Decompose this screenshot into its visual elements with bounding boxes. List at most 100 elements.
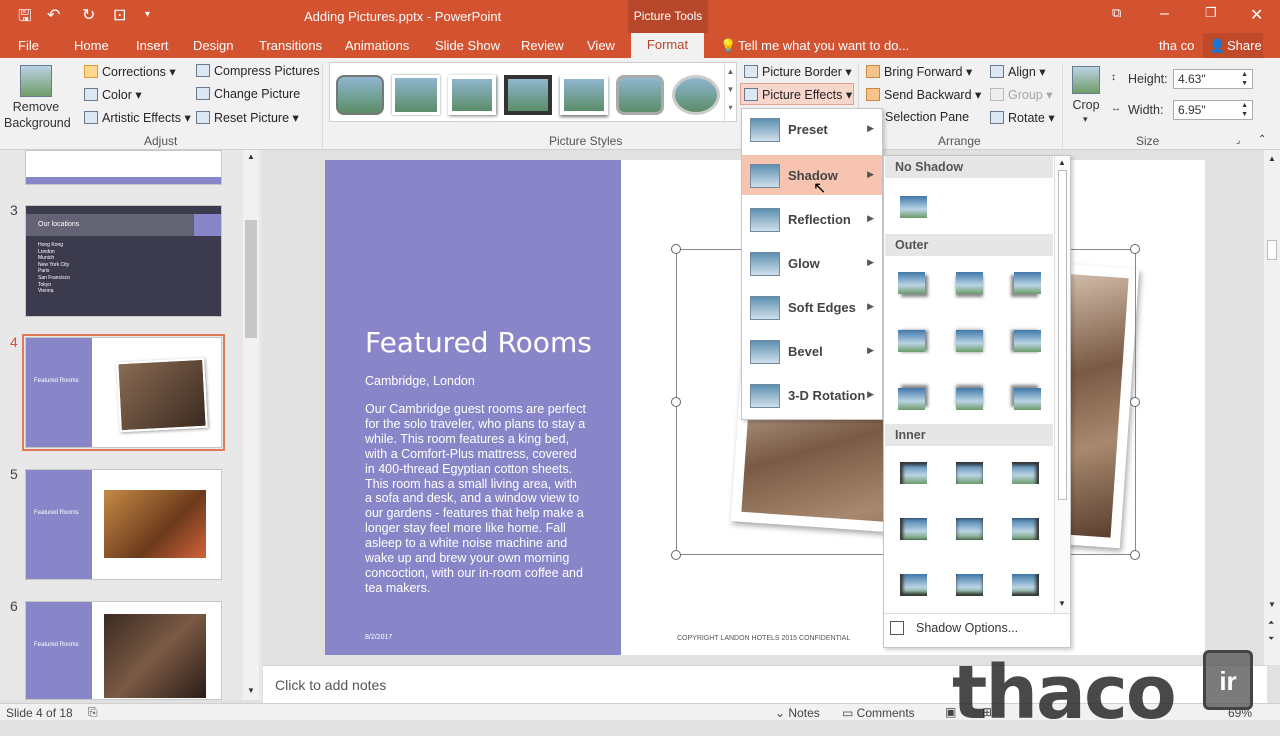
selection-pane-button[interactable]: Selection Pane (885, 110, 969, 124)
tab-design[interactable]: Design (193, 38, 233, 53)
shadow-inner-option[interactable] (1012, 574, 1039, 596)
corrections-button[interactable]: Corrections ▾ (84, 64, 176, 79)
style-thumb-6[interactable] (616, 75, 664, 115)
close-icon[interactable]: ✕ (1250, 5, 1263, 25)
customize-qat-icon[interactable]: ▾ (145, 9, 150, 20)
menu-glow[interactable]: Glow ▶ (742, 243, 882, 283)
picture-effects-button[interactable]: Picture Effects ▾ (740, 83, 854, 105)
remove-background-button[interactable]: Remove Background (4, 99, 71, 131)
tab-file[interactable]: File (18, 38, 39, 53)
slide-thumb-6[interactable]: Featured Rooms (25, 601, 222, 700)
editor-scrollbar[interactable]: ▲ ▼ ⏶ ⏷ (1264, 150, 1280, 665)
group-button[interactable]: Group ▾ (990, 87, 1053, 102)
style-thumb-3[interactable] (448, 75, 496, 115)
style-thumb-5[interactable] (560, 75, 608, 115)
comments-toggle[interactable]: ▭ Comments (842, 706, 915, 720)
menu-bevel[interactable]: Bevel ▶ (742, 331, 882, 371)
bring-forward-button[interactable]: Bring Forward ▾ (866, 64, 972, 79)
send-backward-button[interactable]: Send Backward ▾ (866, 87, 981, 102)
ribbon-display-icon[interactable]: ⧉ (1112, 5, 1121, 21)
menu-shadow[interactable]: Shadow ▶ (742, 155, 882, 195)
redo-icon[interactable]: ↻ (82, 5, 95, 25)
shadow-inner-option[interactable] (900, 518, 927, 540)
presenter-icon[interactable]: ⊡ (113, 5, 126, 25)
scroll-up-icon[interactable]: ▲ (1268, 154, 1276, 163)
shadow-outer-option[interactable] (898, 330, 925, 352)
style-thumb-1[interactable] (336, 75, 384, 115)
scroll-thumb[interactable] (1267, 240, 1277, 260)
thumbnails-scrollbar[interactable]: ▲ ▼ (243, 150, 259, 700)
shadow-outer-option[interactable] (898, 272, 925, 294)
notes-toggle[interactable]: ⌄ Notes (775, 706, 820, 720)
shadow-outer-option[interactable] (956, 388, 983, 410)
tab-home[interactable]: Home (74, 38, 109, 53)
shadow-options-item[interactable]: Shadow Options... (916, 621, 1018, 635)
scroll-up-icon[interactable]: ▲ (1058, 158, 1066, 167)
shadow-outer-option[interactable] (956, 330, 983, 352)
style-thumb-2[interactable] (392, 75, 440, 115)
slide-thumb-5[interactable]: Featured Rooms (25, 469, 222, 580)
align-button[interactable]: Align ▾ (990, 64, 1046, 79)
slide-body-text[interactable]: Our Cambridge guest rooms are perfect fo… (365, 402, 587, 596)
scroll-down-icon[interactable]: ▼ (247, 686, 255, 695)
shadow-inner-option[interactable] (900, 574, 927, 596)
compress-pictures-button[interactable]: Compress Pictures (196, 64, 320, 78)
scroll-down-icon[interactable]: ▼ (1268, 600, 1276, 609)
shadow-inner-option[interactable] (956, 462, 983, 484)
shadow-outer-option[interactable] (898, 388, 925, 410)
collapse-ribbon-icon[interactable]: ⌃ (1258, 134, 1266, 145)
slide-thumb-4[interactable]: Featured Rooms (25, 337, 222, 448)
resize-handle[interactable] (1130, 244, 1140, 254)
tab-insert[interactable]: Insert (136, 38, 169, 53)
shadow-inner-option[interactable] (1012, 518, 1039, 540)
style-thumb-4[interactable] (504, 75, 552, 115)
shadow-inner-option[interactable] (900, 462, 927, 484)
resize-handle[interactable] (1130, 397, 1140, 407)
undo-icon[interactable]: ↶ (47, 5, 60, 25)
shadow-none-option[interactable] (900, 196, 927, 218)
spellcheck-icon[interactable]: ⎘ (88, 705, 98, 720)
resize-handle[interactable] (671, 397, 681, 407)
size-launcher-icon[interactable]: ⌟ (1236, 135, 1240, 146)
width-input[interactable]: 6.95" ▲ ▼ (1173, 100, 1253, 120)
resize-handle[interactable] (1130, 550, 1140, 560)
scroll-down-icon[interactable]: ▼ (1058, 599, 1066, 608)
shadow-inner-option[interactable] (1012, 462, 1039, 484)
resize-handle[interactable] (671, 550, 681, 560)
resize-handle[interactable] (671, 244, 681, 254)
rotate-button[interactable]: Rotate ▾ (990, 110, 1055, 125)
menu-3d-rotation[interactable]: 3-D Rotation ▶ (742, 375, 882, 415)
menu-preset[interactable]: Preset ▶ (742, 109, 882, 149)
crop-dropdown-icon[interactable]: ▾ (1083, 114, 1088, 125)
reset-picture-button[interactable]: Reset Picture ▾ (196, 110, 299, 125)
next-slide-icon[interactable]: ⏷ (1268, 634, 1274, 644)
shadow-inner-option[interactable] (956, 518, 983, 540)
slide-thumb-3[interactable]: Our locations Hong Kong London Munich Ne… (25, 205, 222, 317)
shadow-outer-option[interactable] (1014, 388, 1041, 410)
color-button[interactable]: Color ▾ (84, 87, 142, 102)
tab-review[interactable]: Review (521, 38, 564, 53)
user-name[interactable]: tha co (1159, 38, 1194, 53)
slide-subtitle[interactable]: Cambridge, London (365, 374, 475, 388)
shadow-inner-option[interactable] (956, 574, 983, 596)
height-input[interactable]: 4.63" ▲ ▼ (1173, 69, 1253, 89)
crop-button[interactable]: Crop (1068, 98, 1104, 112)
tab-animations[interactable]: Animations (345, 38, 409, 53)
tab-slideshow[interactable]: Slide Show (435, 38, 500, 53)
minimize-icon[interactable]: – (1160, 5, 1169, 23)
shadow-outer-option[interactable] (1014, 272, 1041, 294)
menu-reflection[interactable]: Reflection ▶ (742, 199, 882, 239)
share-button[interactable]: 👤 Share (1203, 33, 1263, 58)
slide-thumb-2[interactable] (25, 150, 222, 185)
shadow-outer-option[interactable] (956, 272, 983, 294)
scroll-thumb[interactable] (1058, 170, 1067, 500)
menu-soft-edges[interactable]: Soft Edges ▶ (742, 287, 882, 327)
save-icon[interactable]: 🖫 (18, 5, 32, 32)
artistic-effects-button[interactable]: Artistic Effects ▾ (84, 110, 191, 125)
picture-border-button[interactable]: Picture Border ▾ (744, 64, 852, 79)
prev-slide-icon[interactable]: ⏶ (1268, 618, 1274, 628)
tell-me-search[interactable]: Tell me what you want to do... (738, 38, 909, 53)
scroll-up-icon[interactable]: ▲ (247, 152, 255, 161)
gallery-scroll[interactable]: ▲ ▼ ▾ (724, 63, 736, 121)
slide-title[interactable]: Featured Rooms (365, 326, 592, 359)
